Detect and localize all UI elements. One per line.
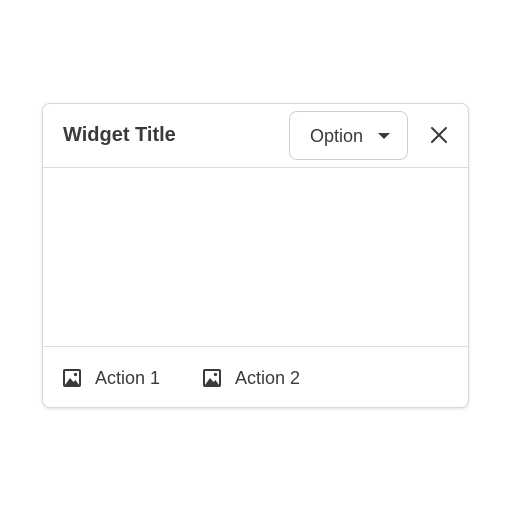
- close-icon[interactable]: [426, 122, 452, 148]
- widget-header: Widget Title Option: [43, 104, 468, 168]
- option-dropdown[interactable]: Option: [289, 111, 408, 160]
- widget-content: [43, 168, 468, 346]
- caret-down-icon: [378, 133, 390, 139]
- image-icon: [63, 369, 81, 387]
- option-dropdown-label: Option: [310, 126, 364, 146]
- widget-title: Widget Title: [63, 124, 176, 146]
- action-1-label: Action 1: [95, 368, 161, 388]
- widget-card: Widget Title Option Action 1 Action 2: [42, 103, 469, 408]
- action-2-label: Action 2: [235, 368, 301, 388]
- widget-footer: Action 1 Action 2: [43, 346, 468, 408]
- image-icon: [203, 369, 221, 387]
